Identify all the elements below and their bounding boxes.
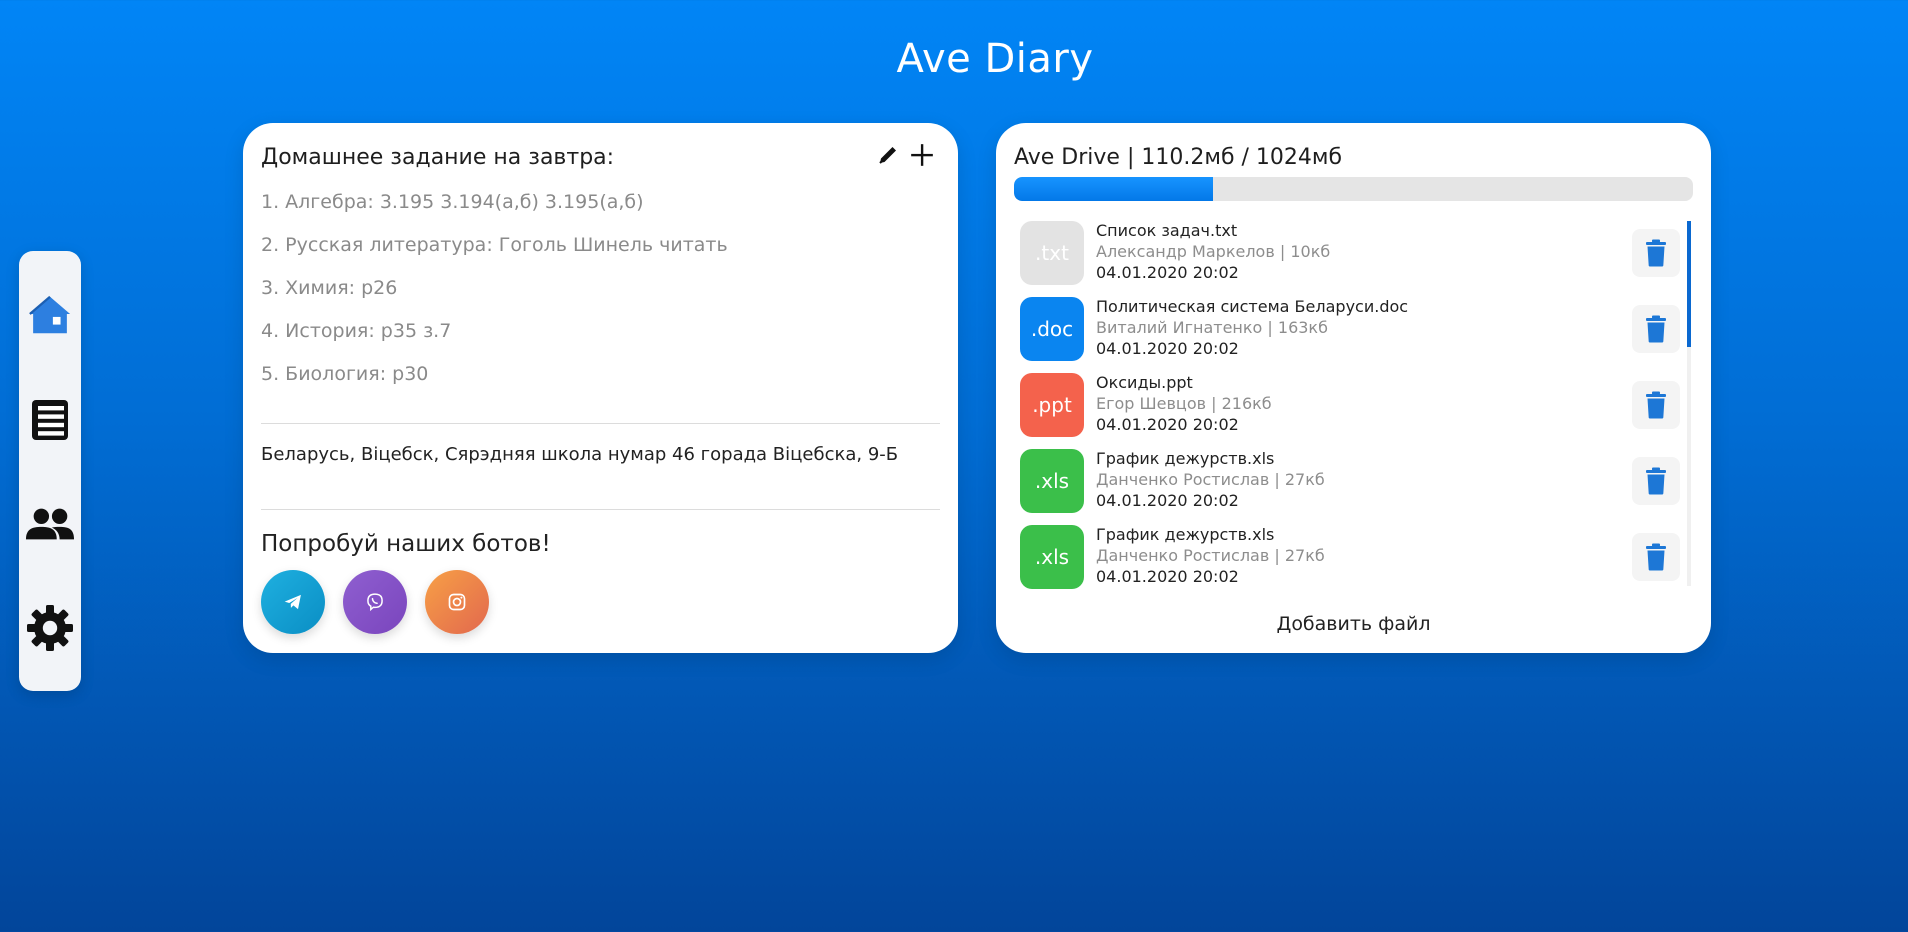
- gear-icon: [27, 605, 73, 651]
- sidebar-item-diary[interactable]: [19, 389, 81, 451]
- file-date: 04.01.2020 20:02: [1096, 263, 1239, 282]
- bots-row: [261, 570, 489, 634]
- divider: [261, 423, 940, 424]
- file-meta: Егор Шевцов | 216кб: [1096, 394, 1272, 413]
- file-name: График дежурств.xls: [1096, 525, 1275, 544]
- instagram-icon: [448, 593, 466, 611]
- telegram-icon: [284, 594, 301, 610]
- sidebar-item-settings[interactable]: [19, 597, 81, 659]
- file-meta: Виталий Игнатенко | 163кб: [1096, 318, 1328, 337]
- file-row[interactable]: .txt Список задач.txt Александр Маркелов |…: [1020, 221, 1680, 285]
- divider: [261, 509, 940, 510]
- file-name: График дежурств.xls: [1096, 449, 1275, 468]
- home-icon: [29, 295, 71, 334]
- plus-icon: [911, 144, 933, 166]
- add-file-button[interactable]: Добавить файл: [996, 613, 1711, 635]
- homework-actions: [874, 141, 936, 169]
- file-name: Оксиды.ppt: [1096, 373, 1193, 392]
- homework-list: 1. Алгебра: 3.195 3.194(а,б) 3.195(а,б) …: [261, 188, 728, 403]
- file-row[interactable]: .xls График дежурств.xls Данченко Ростисла…: [1020, 449, 1680, 513]
- notebook-icon: [32, 400, 68, 440]
- file-list-scrollbar[interactable]: [1687, 221, 1691, 586]
- homework-item: 3. Химия: р26: [261, 277, 398, 299]
- viber-icon: [367, 593, 383, 612]
- trash-icon: [1646, 467, 1666, 495]
- delete-file-button[interactable]: [1632, 533, 1680, 581]
- app-title: Ave Diary: [896, 36, 1094, 82]
- file-meta: Александр Маркелов | 10кб: [1096, 242, 1331, 261]
- delete-file-button[interactable]: [1632, 229, 1680, 277]
- file-meta: Данченко Ростислав | 27кб: [1096, 546, 1325, 565]
- file-row[interactable]: .ppt Оксиды.ppt Егор Шевцов | 216кб 04.01.2…: [1020, 373, 1680, 437]
- telegram-bot-button[interactable]: [261, 570, 325, 634]
- file-date: 04.01.2020 20:02: [1096, 415, 1239, 434]
- scrollbar-thumb[interactable]: [1687, 221, 1691, 347]
- pencil-icon: [879, 147, 896, 164]
- homework-item: 5. Биология: р30: [261, 363, 429, 385]
- instagram-bot-button[interactable]: [425, 570, 489, 634]
- file-type-icon: .txt: [1020, 221, 1084, 285]
- file-type-icon: .xls: [1020, 449, 1084, 513]
- homework-item: 2. Русская литература: Гоголь Шинель чит…: [261, 234, 728, 256]
- bots-title: Попробуй наших ботов!: [261, 531, 551, 557]
- delete-file-button[interactable]: [1632, 457, 1680, 505]
- delete-file-button[interactable]: [1632, 305, 1680, 353]
- drive-card: Ave Drive | 110.2мб / 1024мб .txt Список …: [996, 123, 1711, 653]
- file-list: .txt Список задач.txt Александр Маркелов |…: [1020, 221, 1693, 711]
- file-type-icon: .doc: [1020, 297, 1084, 361]
- file-date: 04.01.2020 20:02: [1096, 567, 1239, 586]
- edit-homework-button[interactable]: [874, 141, 902, 169]
- homework-item: 1. Алгебра: 3.195 3.194(а,б) 3.195(а,б): [261, 191, 644, 213]
- sidebar-item-home[interactable]: [19, 284, 81, 346]
- file-type-icon: .ppt: [1020, 373, 1084, 437]
- viber-bot-button[interactable]: [343, 570, 407, 634]
- trash-icon: [1646, 315, 1666, 343]
- file-row[interactable]: .doc Политическая система Беларуси.doc Вит…: [1020, 297, 1680, 361]
- school-info: Беларусь, Віцебск, Сярэдняя школа нумар …: [261, 444, 899, 465]
- trash-icon: [1646, 543, 1666, 571]
- trash-icon: [1646, 391, 1666, 419]
- homework-title: Домашнее задание на завтра:: [261, 145, 615, 170]
- file-name: Политическая система Беларуси.doc: [1096, 297, 1409, 316]
- storage-progress-fill: [1014, 177, 1213, 201]
- sidebar: [19, 251, 81, 691]
- delete-file-button[interactable]: [1632, 381, 1680, 429]
- people-icon: [25, 508, 75, 540]
- file-row[interactable]: .xls График дежурств.xls Данченко Ростисла…: [1020, 525, 1680, 589]
- add-homework-button[interactable]: [908, 141, 936, 169]
- file-name: Список задач.txt: [1096, 221, 1238, 240]
- drive-title: Ave Drive | 110.2мб / 1024мб: [1014, 145, 1343, 170]
- storage-progress-bar: [1014, 177, 1693, 201]
- file-date: 04.01.2020 20:02: [1096, 339, 1239, 358]
- file-meta: Данченко Ростислав | 27кб: [1096, 470, 1325, 489]
- file-date: 04.01.2020 20:02: [1096, 491, 1239, 510]
- sidebar-item-people[interactable]: [19, 493, 81, 555]
- trash-icon: [1646, 239, 1666, 267]
- homework-card: Домашнее задание на завтра: 1. Алгебра: …: [243, 123, 958, 653]
- homework-item: 4. История: р35 з.7: [261, 320, 452, 342]
- file-type-icon: .xls: [1020, 525, 1084, 589]
